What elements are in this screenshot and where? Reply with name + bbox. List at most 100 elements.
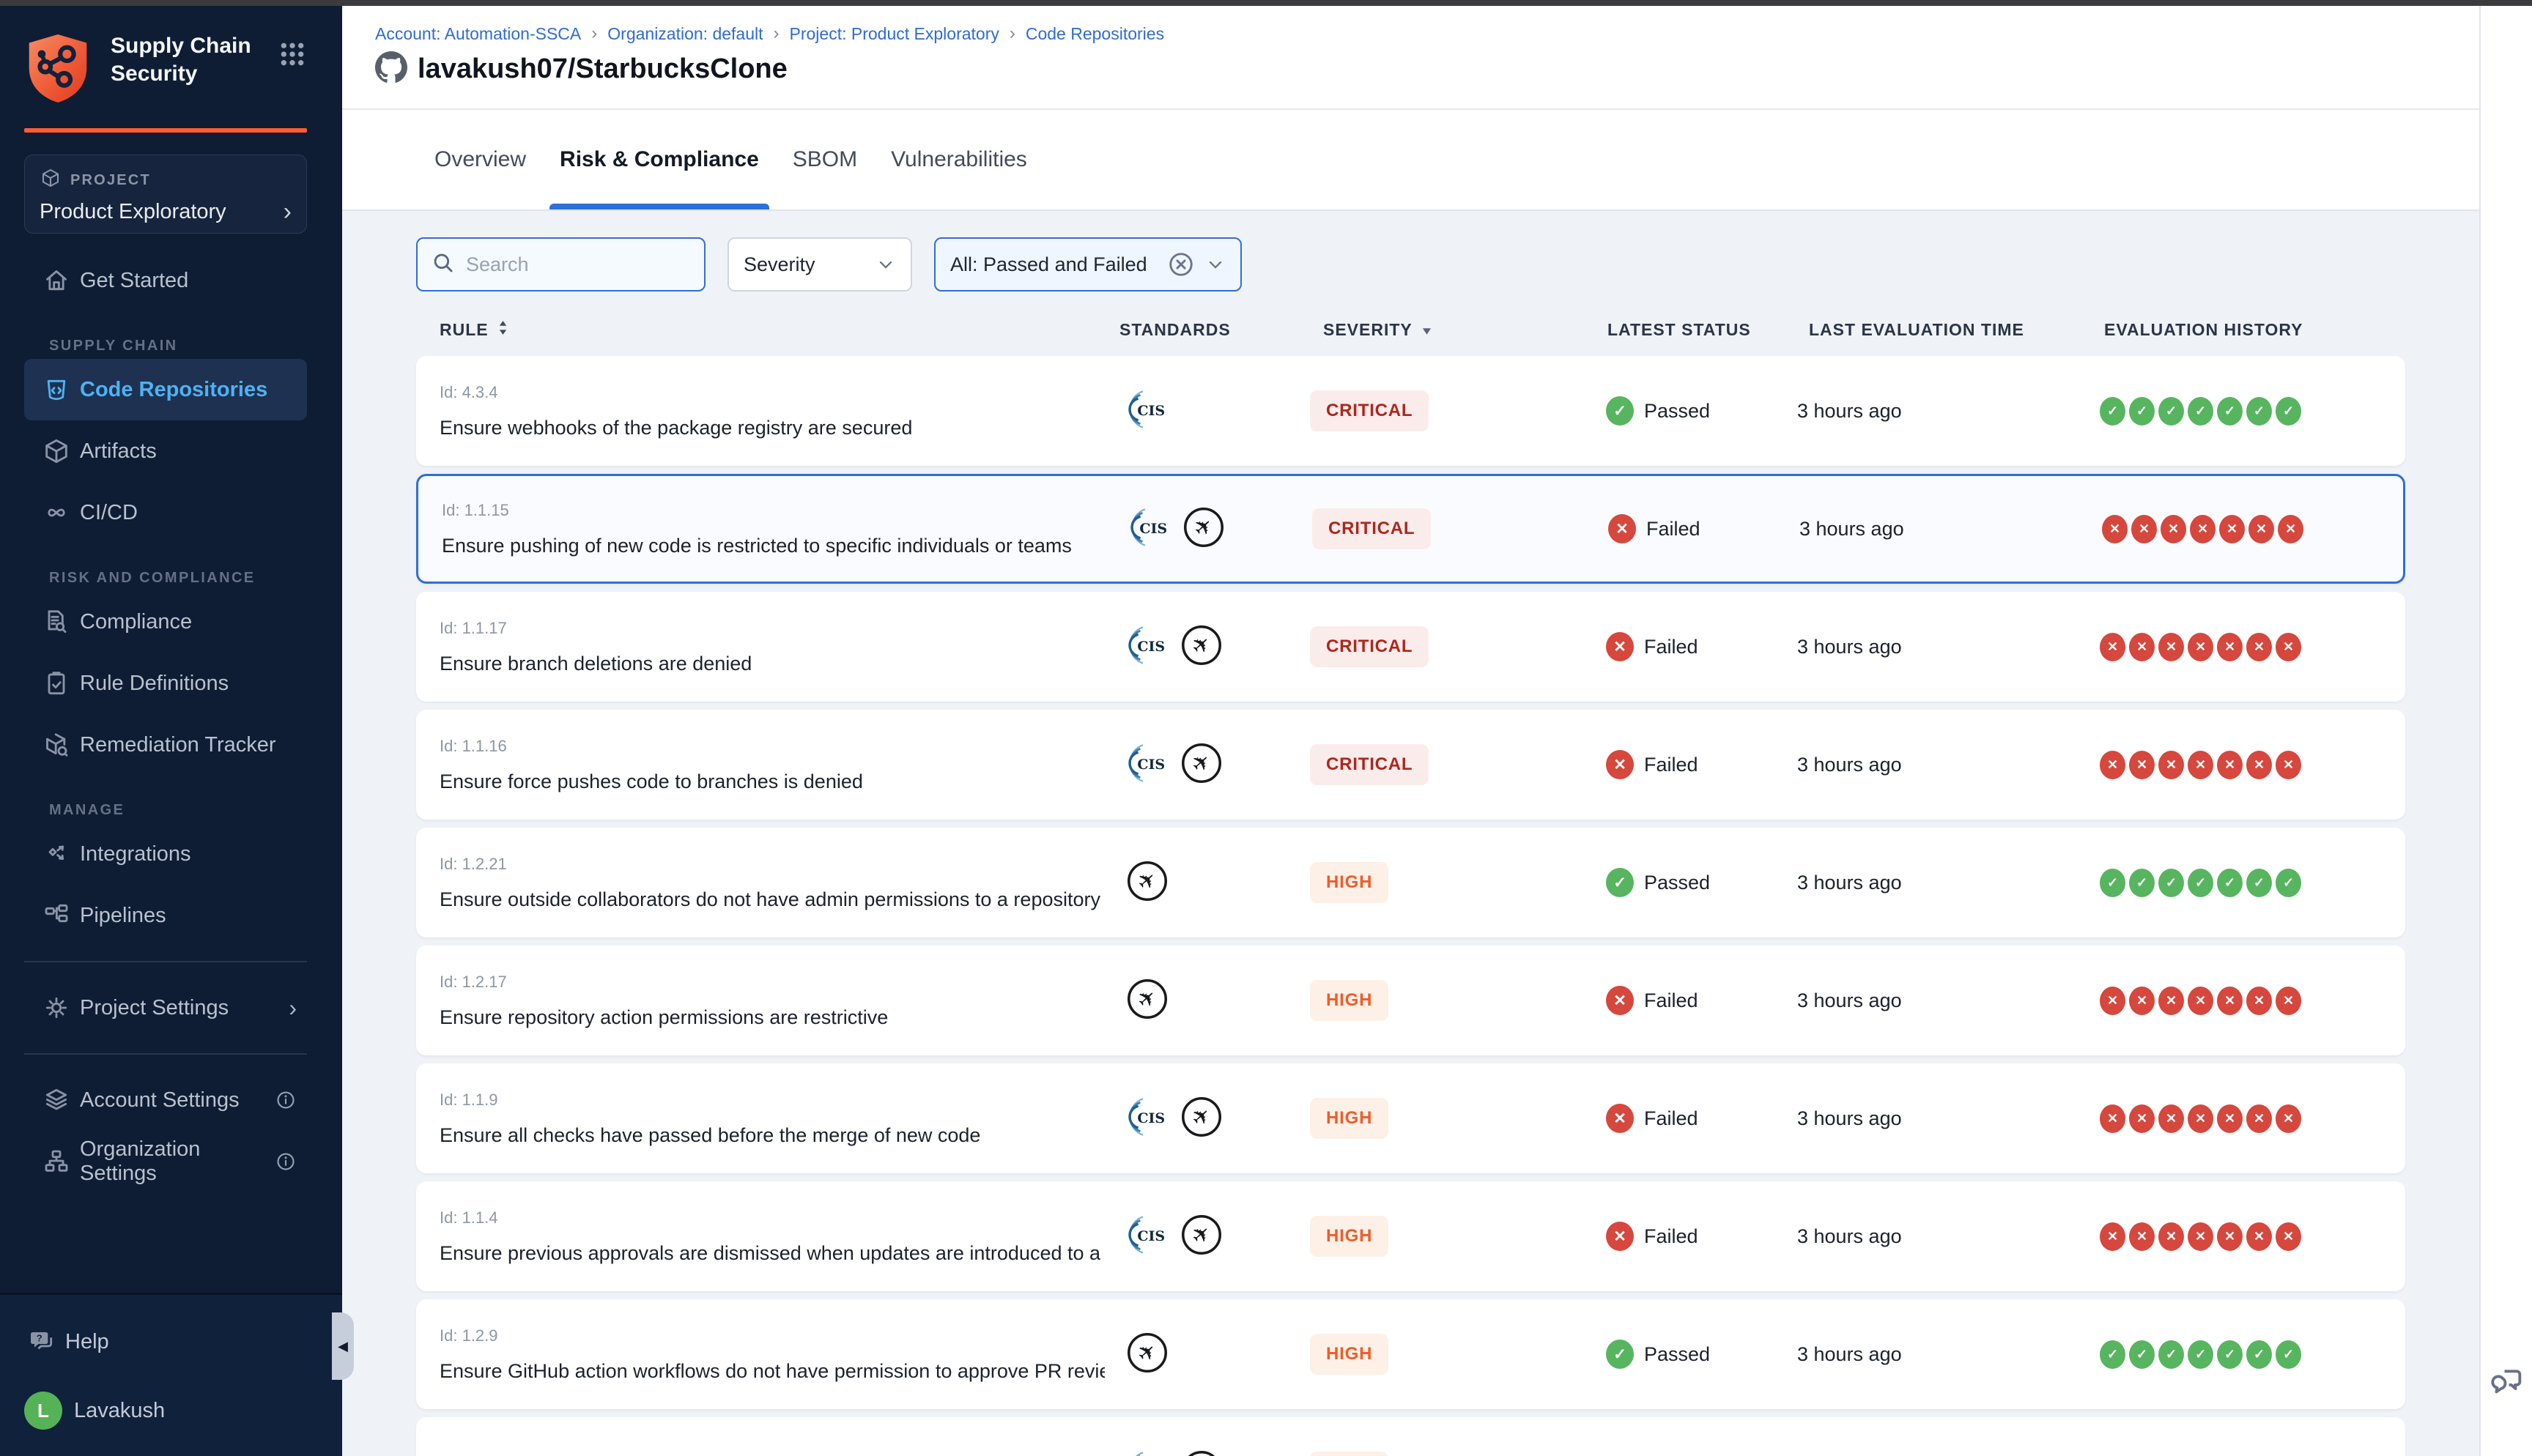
tab-vulnerabilities[interactable]: Vulnerabilities bbox=[879, 110, 1039, 209]
history-fail-icon[interactable]: ✕ bbox=[2188, 1222, 2213, 1251]
column-header-evaluation-history[interactable]: EVALUATION HISTORY bbox=[2087, 320, 2405, 340]
sort-icon[interactable] bbox=[497, 319, 508, 341]
sidebar-item-integrations[interactable]: Integrations bbox=[24, 823, 307, 885]
history-pass-icon[interactable]: ✓ bbox=[2158, 1340, 2184, 1369]
history-pass-icon[interactable]: ✓ bbox=[2129, 397, 2155, 426]
history-fail-icon[interactable]: ✕ bbox=[2217, 633, 2243, 661]
history-fail-icon[interactable]: ✕ bbox=[2129, 987, 2155, 1015]
history-fail-icon[interactable]: ✕ bbox=[2100, 1222, 2125, 1251]
table-row[interactable]: Id: 1.1.16Ensure force pushes code to br… bbox=[416, 710, 2405, 820]
history-fail-icon[interactable]: ✕ bbox=[2158, 987, 2184, 1015]
clear-filter-icon[interactable] bbox=[1167, 250, 1195, 278]
breadcrumb-link[interactable]: Account: Automation-SSCA bbox=[375, 24, 581, 44]
history-pass-icon[interactable]: ✓ bbox=[2188, 397, 2213, 426]
table-row[interactable]: Id: 1.1.17Ensure branch deletions are de… bbox=[416, 592, 2405, 702]
tab-overview[interactable]: Overview bbox=[423, 110, 538, 209]
breadcrumb-link[interactable]: Organization: default bbox=[607, 24, 763, 44]
history-fail-icon[interactable]: ✕ bbox=[2276, 1104, 2301, 1133]
sidebar-item-code-repositories[interactable]: Code Repositories bbox=[24, 359, 307, 420]
history-pass-icon[interactable]: ✓ bbox=[2246, 397, 2272, 426]
history-fail-icon[interactable]: ✕ bbox=[2276, 633, 2301, 661]
history-fail-icon[interactable]: ✕ bbox=[2129, 1222, 2155, 1251]
status-filter-chip[interactable]: All: Passed and Failed bbox=[934, 237, 1242, 291]
history-fail-icon[interactable]: ✕ bbox=[2129, 633, 2155, 661]
history-pass-icon[interactable]: ✓ bbox=[2246, 869, 2272, 897]
history-fail-icon[interactable]: ✕ bbox=[2248, 515, 2274, 543]
user-menu[interactable]: L Lavakush bbox=[24, 1384, 307, 1437]
history-pass-icon[interactable]: ✓ bbox=[2246, 1340, 2272, 1369]
history-fail-icon[interactable]: ✕ bbox=[2188, 1104, 2213, 1133]
history-pass-icon[interactable]: ✓ bbox=[2158, 869, 2184, 897]
history-fail-icon[interactable]: ✕ bbox=[2190, 515, 2216, 543]
table-row[interactable]: Id: 1.1.5 CIS ✈HIGH✕Failed3 hours ago✕✕✕… bbox=[416, 1417, 2405, 1456]
history-fail-icon[interactable]: ✕ bbox=[2158, 1104, 2184, 1133]
history-fail-icon[interactable]: ✕ bbox=[2161, 515, 2186, 543]
table-row[interactable]: Id: 1.2.9Ensure GitHub action workflows … bbox=[416, 1299, 2405, 1409]
tab-risk-compliance[interactable]: Risk & Compliance bbox=[548, 110, 771, 209]
history-pass-icon[interactable]: ✓ bbox=[2158, 397, 2184, 426]
history-fail-icon[interactable]: ✕ bbox=[2278, 515, 2303, 543]
sidebar-item-compliance[interactable]: Compliance bbox=[24, 591, 307, 653]
history-fail-icon[interactable]: ✕ bbox=[2246, 1222, 2272, 1251]
history-pass-icon[interactable]: ✓ bbox=[2188, 869, 2213, 897]
breadcrumb-link[interactable]: Project: Product Exploratory bbox=[790, 24, 999, 44]
column-header-last-evaluation-time[interactable]: LAST EVALUATION TIME bbox=[1790, 320, 2087, 340]
history-fail-icon[interactable]: ✕ bbox=[2276, 987, 2301, 1015]
history-pass-icon[interactable]: ✓ bbox=[2100, 1340, 2125, 1369]
sidebar-item-project-settings[interactable]: Project Settings› bbox=[24, 977, 307, 1039]
history-fail-icon[interactable]: ✕ bbox=[2100, 1104, 2125, 1133]
history-fail-icon[interactable]: ✕ bbox=[2100, 987, 2125, 1015]
help-button[interactable]: ? Help bbox=[24, 1315, 307, 1368]
history-fail-icon[interactable]: ✕ bbox=[2276, 751, 2301, 779]
history-pass-icon[interactable]: ✓ bbox=[2100, 397, 2125, 426]
history-fail-icon[interactable]: ✕ bbox=[2188, 633, 2213, 661]
column-header-rule[interactable]: RULE bbox=[440, 319, 1105, 341]
history-fail-icon[interactable]: ✕ bbox=[2217, 751, 2243, 779]
history-fail-icon[interactable]: ✕ bbox=[2158, 751, 2184, 779]
history-pass-icon[interactable]: ✓ bbox=[2276, 1340, 2301, 1369]
history-fail-icon[interactable]: ✕ bbox=[2246, 633, 2272, 661]
table-row[interactable]: Id: 1.2.21Ensure outside collaborators d… bbox=[416, 828, 2405, 937]
sidebar-item-remediation-tracker[interactable]: Remediation Tracker bbox=[24, 714, 307, 776]
history-fail-icon[interactable]: ✕ bbox=[2158, 633, 2184, 661]
history-pass-icon[interactable]: ✓ bbox=[2217, 869, 2243, 897]
search-input[interactable] bbox=[464, 253, 670, 277]
history-fail-icon[interactable]: ✕ bbox=[2102, 515, 2128, 543]
history-fail-icon[interactable]: ✕ bbox=[2217, 1104, 2243, 1133]
history-pass-icon[interactable]: ✓ bbox=[2188, 1340, 2213, 1369]
history-pass-icon[interactable]: ✓ bbox=[2276, 397, 2301, 426]
history-fail-icon[interactable]: ✕ bbox=[2188, 987, 2213, 1015]
history-fail-icon[interactable]: ✕ bbox=[2131, 515, 2157, 543]
history-fail-icon[interactable]: ✕ bbox=[2129, 751, 2155, 779]
history-fail-icon[interactable]: ✕ bbox=[2246, 751, 2272, 779]
history-pass-icon[interactable]: ✓ bbox=[2100, 869, 2125, 897]
table-row[interactable]: Id: 1.1.15Ensure pushing of new code is … bbox=[416, 474, 2405, 584]
table-row[interactable]: Id: 1.2.17Ensure repository action permi… bbox=[416, 946, 2405, 1055]
breadcrumb-link[interactable]: Code Repositories bbox=[1026, 24, 1164, 44]
history-pass-icon[interactable]: ✓ bbox=[2129, 869, 2155, 897]
history-pass-icon[interactable]: ✓ bbox=[2129, 1340, 2155, 1369]
table-row[interactable]: Id: 1.1.9Ensure all checks have passed b… bbox=[416, 1063, 2405, 1173]
history-pass-icon[interactable]: ✓ bbox=[2217, 1340, 2243, 1369]
sidebar-item-artifacts[interactable]: Artifacts bbox=[24, 420, 307, 482]
history-fail-icon[interactable]: ✕ bbox=[2217, 1222, 2243, 1251]
history-fail-icon[interactable]: ✕ bbox=[2246, 987, 2272, 1015]
history-fail-icon[interactable]: ✕ bbox=[2217, 987, 2243, 1015]
sidebar-item-ci-cd[interactable]: CI/CD bbox=[24, 482, 307, 543]
history-fail-icon[interactable]: ✕ bbox=[2158, 1222, 2184, 1251]
sidebar-collapse-handle[interactable]: ◀ bbox=[332, 1312, 354, 1380]
history-fail-icon[interactable]: ✕ bbox=[2276, 1222, 2301, 1251]
column-header-latest-status[interactable]: LATEST STATUS bbox=[1588, 320, 1790, 340]
history-fail-icon[interactable]: ✕ bbox=[2188, 751, 2213, 779]
history-fail-icon[interactable]: ✕ bbox=[2246, 1104, 2272, 1133]
sidebar-item-pipelines[interactable]: Pipelines bbox=[24, 885, 307, 946]
table-row[interactable]: Id: 4.3.4Ensure webhooks of the package … bbox=[416, 356, 2405, 466]
history-fail-icon[interactable]: ✕ bbox=[2100, 633, 2125, 661]
history-pass-icon[interactable]: ✓ bbox=[2276, 869, 2301, 897]
support-chat-icon[interactable] bbox=[2488, 1363, 2526, 1405]
sidebar-item-account-settings[interactable]: Account Settings bbox=[24, 1069, 307, 1131]
sidebar-item-get-started[interactable]: Get Started bbox=[24, 250, 307, 311]
history-fail-icon[interactable]: ✕ bbox=[2100, 751, 2125, 779]
column-header-severity[interactable]: SEVERITY bbox=[1303, 320, 1588, 340]
history-pass-icon[interactable]: ✓ bbox=[2217, 397, 2243, 426]
